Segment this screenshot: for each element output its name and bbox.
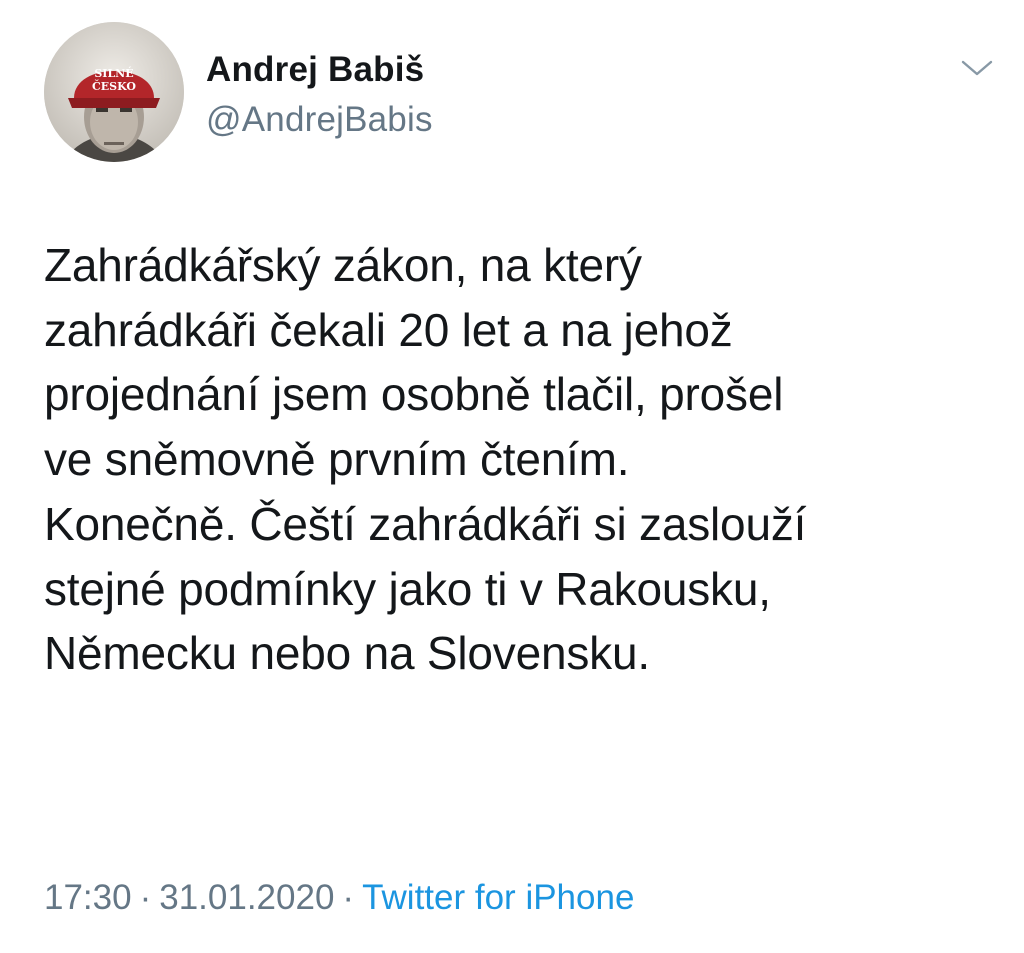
- meta-separator-2: ·: [342, 878, 355, 917]
- tweet: SILNÉ ČESKO Andrej Babiš @AndrejBabis Za…: [0, 0, 1024, 953]
- tweet-text: Zahrádkářský zákon, na který zahrádkáři …: [44, 239, 807, 680]
- avatar-image: SILNÉ ČESKO: [44, 22, 184, 162]
- avatar-cap-line1: SILNÉ: [94, 66, 133, 80]
- tweet-meta: 17:30 · 31.01.2020 · Twitter for iPhone: [44, 876, 634, 920]
- author-display-name[interactable]: Andrej Babiš: [206, 50, 433, 90]
- tweet-source-link[interactable]: Twitter for iPhone: [362, 878, 634, 917]
- author-names: Andrej Babiš @AndrejBabis: [206, 50, 433, 140]
- chevron-down-icon[interactable]: [960, 58, 994, 78]
- author-handle[interactable]: @AndrejBabis: [206, 100, 433, 140]
- tweet-date[interactable]: 31.01.2020: [159, 878, 334, 917]
- tweet-time[interactable]: 17:30: [44, 878, 132, 917]
- tweet-header: SILNÉ ČESKO Andrej Babiš @AndrejBabis: [44, 22, 994, 162]
- meta-separator: ·: [139, 878, 152, 917]
- avatar[interactable]: SILNÉ ČESKO: [44, 22, 184, 162]
- avatar-cap-line2: ČESKO: [92, 79, 136, 93]
